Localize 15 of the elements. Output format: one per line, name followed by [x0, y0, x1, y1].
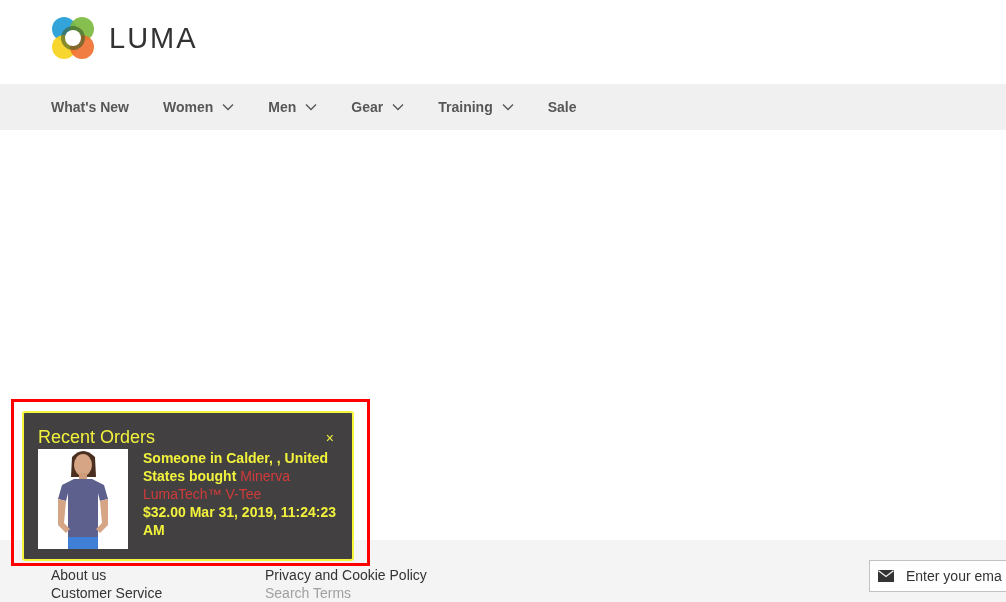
nav-item[interactable]: Sale: [547, 99, 577, 115]
nav-item[interactable]: Training: [438, 99, 514, 115]
nav-item[interactable]: Gear: [351, 99, 405, 115]
footer-link[interactable]: Customer Service: [51, 586, 265, 601]
nav-item[interactable]: What's New: [51, 99, 129, 115]
popup-title: Recent Orders: [38, 427, 156, 448]
footer-link[interactable]: About us: [51, 568, 265, 583]
footer-link[interactable]: Privacy and Cookie Policy: [265, 568, 479, 583]
logo-icon[interactable]: [51, 16, 95, 60]
order-message: Someone in Calder, , United States bought Minerva LumaTech™ V-Tee $32.00 Mar 31, 2019, 11:24:23 AM: [143, 449, 338, 540]
email-field[interactable]: Enter your ema: [869, 560, 1006, 592]
nav-item[interactable]: Men: [268, 99, 318, 115]
logo-text[interactable]: LUMA: [109, 21, 198, 55]
nav-item[interactable]: Women: [163, 99, 235, 115]
close-button[interactable]: ×: [321, 429, 338, 446]
